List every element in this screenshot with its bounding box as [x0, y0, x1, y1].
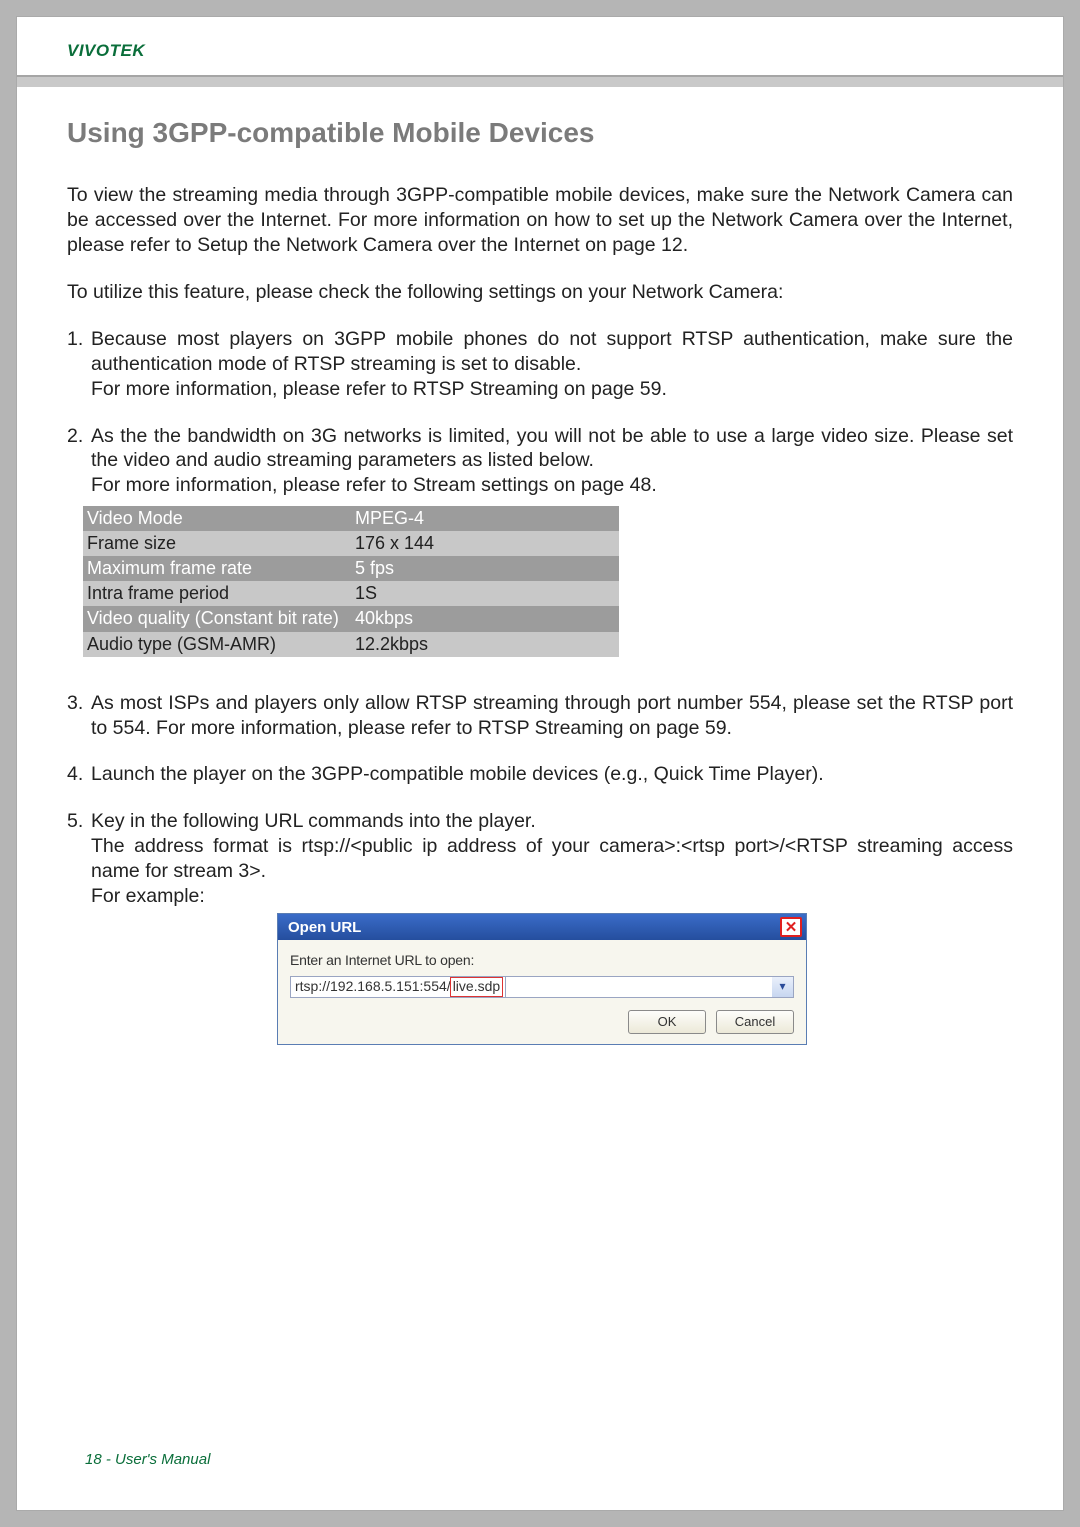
url-input[interactable]: rtsp://192.168.5.151:554/live.sdp	[290, 976, 506, 998]
close-icon[interactable]: ✕	[780, 917, 802, 937]
page-footer: 18 - User's Manual	[85, 1451, 210, 1468]
url-spacer	[506, 976, 772, 998]
url-prefix: rtsp://192.168.5.151:554/	[295, 978, 451, 996]
ok-button[interactable]: OK	[628, 1010, 706, 1034]
step-text: As the the bandwidth on 3G networks is l…	[91, 424, 1013, 474]
brand-label: VIVOTEK	[67, 41, 1013, 61]
setting-value: 5 fps	[351, 556, 619, 581]
step-subtext: For example:	[91, 884, 1013, 909]
step-number: 1.	[67, 327, 91, 377]
setting-value: 12.2kbps	[351, 632, 619, 657]
step-4: 4. Launch the player on the 3GPP-compati…	[67, 762, 1013, 787]
step-subtext: The address format is rtsp://<public ip …	[91, 834, 1013, 884]
dialog-label: Enter an Internet URL to open:	[290, 952, 794, 970]
content: Using 3GPP-compatible Mobile Devices To …	[17, 87, 1063, 1045]
open-url-dialog-wrap: Open URL ✕ Enter an Internet URL to open…	[277, 913, 1013, 1045]
dialog-title-text: Open URL	[288, 918, 361, 937]
intro-paragraph-2: To utilize this feature, please check th…	[67, 280, 1013, 305]
step-text: Key in the following URL commands into t…	[91, 809, 1013, 834]
step-text: As most ISPs and players only allow RTSP…	[91, 691, 1013, 741]
step-2: 2. As the the bandwidth on 3G networks i…	[67, 424, 1013, 657]
table-row: Intra frame period 1S	[83, 581, 619, 606]
settings-table: Video Mode MPEG-4 Frame size 176 x 144 M…	[83, 506, 619, 656]
chevron-down-icon[interactable]: ▾	[772, 976, 794, 998]
step-subtext: For more information, please refer to St…	[91, 473, 1013, 498]
table-row: Audio type (GSM-AMR) 12.2kbps	[83, 632, 619, 657]
setting-key: Audio type (GSM-AMR)	[83, 632, 351, 657]
url-combobox[interactable]: rtsp://192.168.5.151:554/live.sdp ▾	[290, 976, 794, 998]
step-number: 5.	[67, 809, 91, 834]
intro-paragraph-1: To view the streaming media through 3GPP…	[67, 183, 1013, 258]
dialog-body: Enter an Internet URL to open: rtsp://19…	[278, 940, 806, 1044]
step-number: 3.	[67, 691, 91, 741]
dialog-titlebar: Open URL ✕	[278, 914, 806, 940]
table-row: Maximum frame rate 5 fps	[83, 556, 619, 581]
step-text: Because most players on 3GPP mobile phon…	[91, 327, 1013, 377]
page-title: Using 3GPP-compatible Mobile Devices	[67, 115, 1013, 151]
table-row: Video Mode MPEG-4	[83, 506, 619, 531]
url-highlight: live.sdp	[450, 977, 503, 997]
open-url-dialog: Open URL ✕ Enter an Internet URL to open…	[277, 913, 807, 1045]
step-number: 4.	[67, 762, 91, 787]
cancel-button[interactable]: Cancel	[716, 1010, 794, 1034]
step-number: 2.	[67, 424, 91, 474]
setting-value: 1S	[351, 581, 619, 606]
step-5: 5. Key in the following URL commands int…	[67, 809, 1013, 1045]
step-subtext: For more information, please refer to RT…	[91, 377, 1013, 402]
header-rule	[17, 75, 1063, 87]
dialog-button-row: OK Cancel	[290, 1010, 794, 1034]
setting-key: Video Mode	[83, 506, 351, 531]
setting-key: Video quality (Constant bit rate)	[83, 606, 351, 631]
setting-key: Frame size	[83, 531, 351, 556]
table-row: Video quality (Constant bit rate) 40kbps	[83, 606, 619, 631]
setting-key: Maximum frame rate	[83, 556, 351, 581]
step-1: 1. Because most players on 3GPP mobile p…	[67, 327, 1013, 402]
step-3: 3. As most ISPs and players only allow R…	[67, 691, 1013, 741]
setting-key: Intra frame period	[83, 581, 351, 606]
setting-value: MPEG-4	[351, 506, 619, 531]
step-text: Launch the player on the 3GPP-compatible…	[91, 762, 1013, 787]
setting-value: 176 x 144	[351, 531, 619, 556]
steps-list: 1. Because most players on 3GPP mobile p…	[67, 327, 1013, 1045]
page-header: VIVOTEK	[17, 17, 1063, 69]
setting-value: 40kbps	[351, 606, 619, 631]
table-row: Frame size 176 x 144	[83, 531, 619, 556]
page: VIVOTEK Using 3GPP-compatible Mobile Dev…	[16, 16, 1064, 1511]
